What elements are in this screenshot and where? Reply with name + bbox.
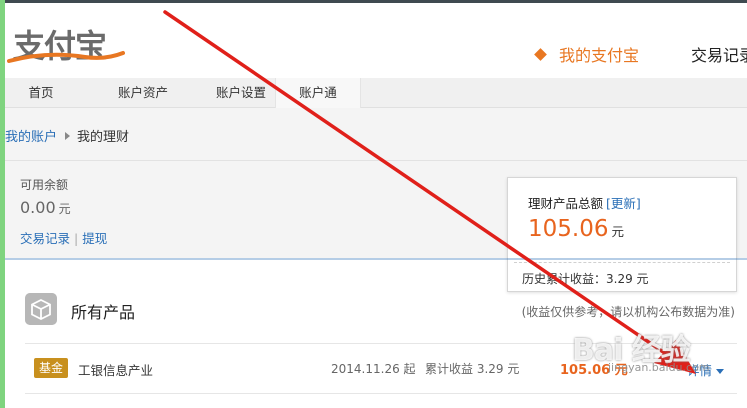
breadcrumb: 我的账户 我的理财	[5, 126, 129, 145]
header: 支付宝 我的支付宝 交易记录	[5, 3, 747, 78]
row-divider-top	[25, 343, 737, 344]
product-box-icon	[25, 293, 57, 325]
nav-transactions[interactable]: 交易记录	[691, 42, 747, 66]
breadcrumb-my-account[interactable]: 我的账户	[5, 130, 57, 145]
card-amount-value: 105.06	[528, 216, 609, 242]
card-title: 理财产品总额 [更新]	[528, 193, 641, 212]
link-separator: |	[74, 231, 79, 246]
balance-value: 0.00 元	[20, 198, 71, 217]
logo-swoosh-icon	[7, 51, 125, 63]
balance-label: 可用余额	[20, 178, 69, 192]
fund-name[interactable]: 工银信息产业	[78, 360, 153, 379]
wealth-summary-card: 理财产品总额 [更新] 105.06 元 历史累计收益：3.29 元	[507, 177, 737, 292]
card-divider	[514, 262, 730, 263]
fund-accumulated-income: 累计收益 3.29 元	[425, 362, 520, 376]
main-nav: 我的支付宝 交易记录	[534, 39, 747, 69]
balance-amount: 0.00	[20, 198, 56, 217]
fund-badge: 基金	[34, 358, 68, 378]
fund-detail-label: 详情	[687, 363, 713, 378]
balance-unit: 元	[58, 202, 71, 216]
products-title: 所有产品	[71, 303, 136, 322]
subnav-item-home[interactable]: 首页	[5, 78, 77, 108]
fund-detail-link[interactable]: 详情	[687, 360, 725, 379]
refresh-link[interactable]: [更新]	[606, 196, 641, 211]
card-amount-unit: 元	[611, 224, 624, 239]
nav-my-alipay[interactable]: 我的支付宝	[559, 42, 639, 66]
diamond-icon	[534, 47, 547, 61]
card-title-text: 理财产品总额	[528, 196, 604, 211]
withdraw-link[interactable]: 提现	[82, 231, 107, 246]
sub-nav: 首页 账户资产 账户设置 账户通	[5, 78, 747, 108]
alipay-logo[interactable]: 支付宝	[7, 17, 125, 65]
row-divider-bottom	[25, 393, 737, 394]
card-history-income: 历史累计收益：3.29 元	[522, 272, 649, 286]
card-amount: 105.06 元	[528, 216, 624, 242]
caret-down-icon	[716, 369, 725, 374]
subnav-item-assets[interactable]: 账户资产	[93, 78, 193, 108]
breadcrumb-current: 我的理财	[77, 130, 130, 145]
fund-amount: 105.06 元	[560, 363, 628, 378]
section-divider	[5, 258, 747, 260]
balance-links: 交易记录 | 提现	[20, 228, 107, 247]
fund-start-date: 2014.11.26 起	[331, 362, 416, 376]
divider	[5, 160, 747, 161]
subnav-item-account-link[interactable]: 账户通	[275, 78, 361, 108]
chevron-right-icon	[65, 132, 71, 140]
products-disclaimer: (收益仅供参考，请以机构公布数据为准)	[521, 305, 735, 319]
transaction-records-link[interactable]: 交易记录	[20, 231, 70, 246]
